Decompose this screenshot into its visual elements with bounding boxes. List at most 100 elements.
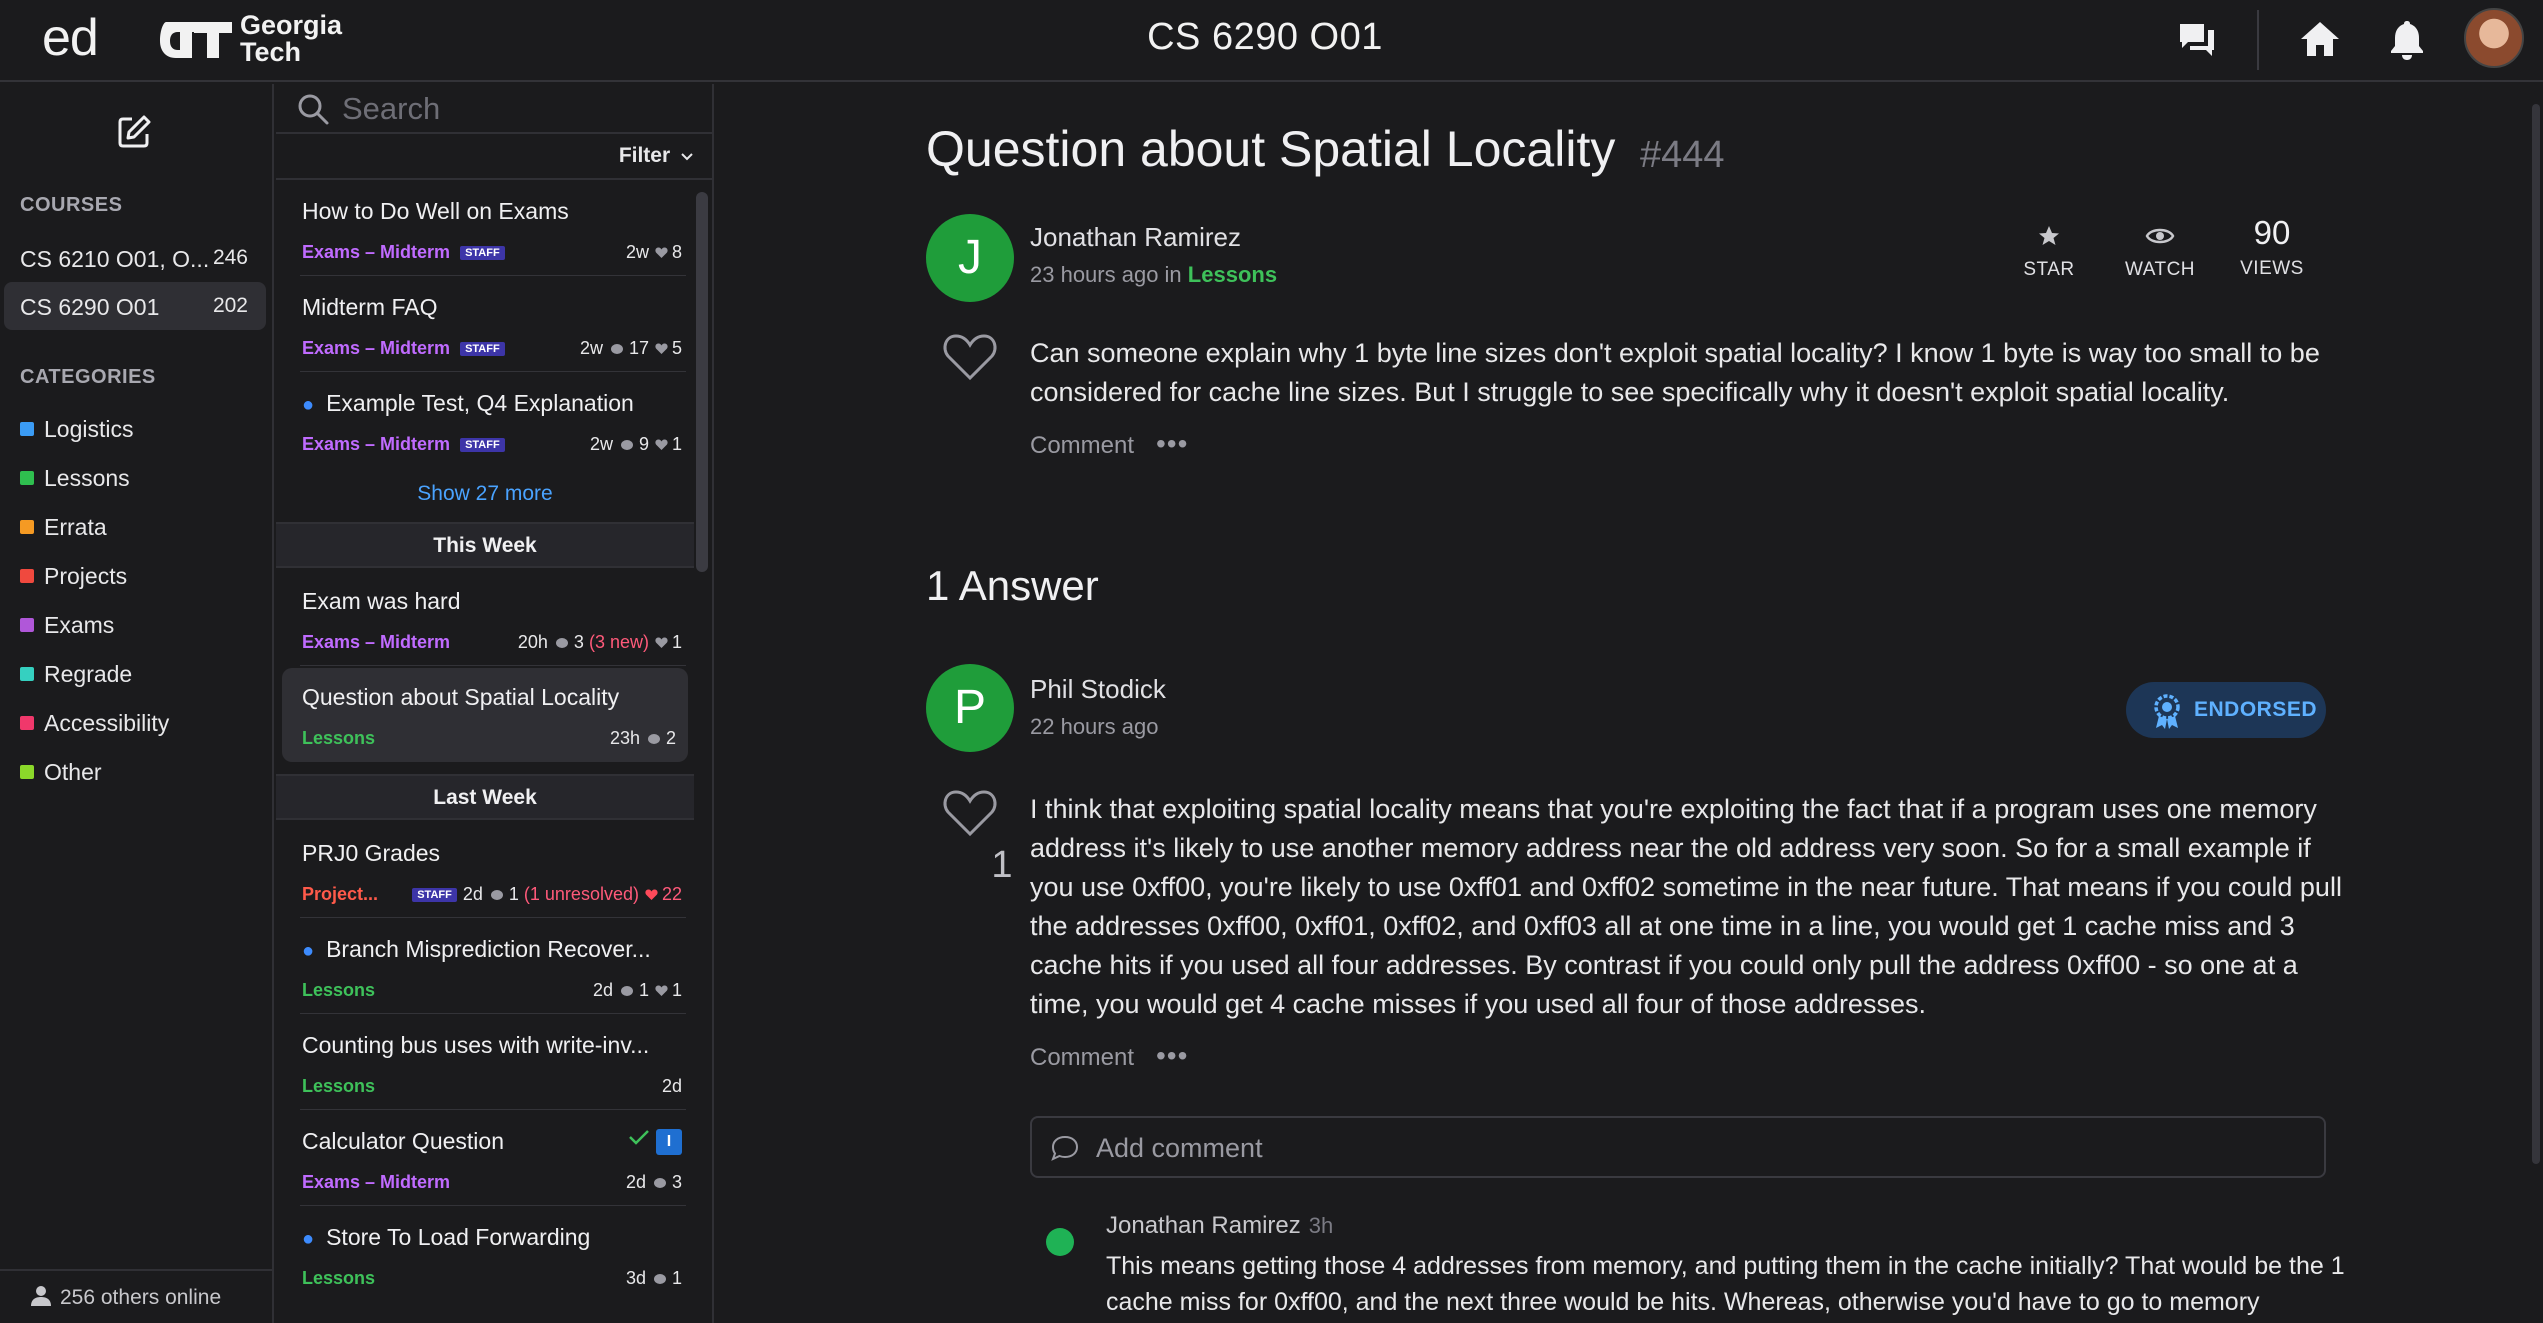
heart-icon: [655, 637, 668, 648]
comment-icon: [555, 638, 568, 648]
main-scrollbar[interactable]: [2532, 104, 2540, 1164]
search-input[interactable]: [342, 90, 682, 128]
course-title[interactable]: CS 6290 O01: [1000, 16, 1530, 59]
thread-title-heading: Question about Spatial Locality: [926, 121, 1616, 177]
thread-category: Project...: [302, 884, 379, 904]
comment-icon: [647, 734, 660, 744]
chat-icon[interactable]: [2174, 16, 2220, 62]
logo-line-1: Georgia: [240, 10, 343, 40]
group-header-this-week: This Week: [276, 522, 694, 568]
thread-item[interactable]: ● Example Test, Q4 Explanation Exams – Mi…: [276, 374, 694, 468]
reply-body: This means getting those 4 addresses fro…: [1106, 1252, 2345, 1316]
more-options-icon[interactable]: •••: [1156, 1040, 1188, 1072]
thread-item[interactable]: ● Store To Load Forwarding Lessons 3d 1: [276, 1208, 694, 1302]
heart-icon: [655, 247, 668, 258]
heart-icon: [645, 889, 658, 900]
heart-icon: [655, 343, 668, 354]
thread-item[interactable]: Calculator Question I Exams – Midterm 2d…: [276, 1112, 694, 1206]
thread-category: Exams – Midterm STAFF: [302, 242, 505, 263]
star-button[interactable]: STAR: [2004, 224, 2094, 281]
category-exams[interactable]: Exams: [20, 612, 114, 644]
thread-meta: 2d 1 1: [592, 980, 682, 1000]
thread-item[interactable]: Exam was hard Exams – Midterm 20h 3 (3 ne…: [276, 572, 694, 666]
thread-meta: 2d: [661, 1076, 682, 1096]
staff-badge: STAFF: [460, 246, 505, 260]
staff-badge: STAFF: [460, 438, 505, 452]
thread-item[interactable]: Counting bus uses with write-inv... Less…: [276, 1016, 694, 1110]
thread-list: Filter How to Do Well on Exams Exams – M…: [276, 84, 714, 1323]
thread-item[interactable]: ● Branch Misprediction Recover... Lessons…: [276, 920, 694, 1014]
comment-icon: [653, 1274, 666, 1284]
add-comment-box: [1030, 1116, 2326, 1178]
like-heart-icon[interactable]: [942, 332, 998, 382]
comment-icon: [620, 440, 633, 450]
category-accessibility[interactable]: Accessibility: [20, 710, 169, 742]
course-item-cs6290[interactable]: CS 6290 O01 202: [4, 282, 266, 330]
thread-meta: 2w 8: [625, 242, 682, 262]
author-name[interactable]: Jonathan Ramirez: [1030, 222, 1241, 253]
category-other[interactable]: Other: [20, 759, 102, 791]
category-lessons[interactable]: Lessons: [20, 465, 130, 497]
answer-author-name[interactable]: Phil Stodick: [1030, 674, 1166, 705]
thread-list-scrollbar[interactable]: [696, 192, 708, 572]
thread-title: ● Branch Misprediction Recover...: [302, 936, 651, 962]
answer-author-avatar[interactable]: P: [926, 664, 1014, 752]
thread-badges: I: [628, 1128, 682, 1155]
question-body: Can someone explain why 1 byte line size…: [1030, 338, 2320, 407]
category-color-dot: [20, 667, 34, 681]
category-color-dot: [20, 422, 34, 436]
add-comment-input[interactable]: [1096, 1128, 2296, 1168]
thread-item[interactable]: Midterm FAQ Exams – Midterm STAFF 2w 17 5: [276, 278, 694, 372]
profile-avatar[interactable]: [2464, 8, 2524, 68]
unread-dot-icon: ●: [302, 940, 315, 962]
thread-meta: 2w 9 1: [589, 434, 682, 454]
thread-meta: 2d 3: [625, 1172, 682, 1192]
thread-category: Lessons: [302, 980, 376, 1000]
answers-heading: 1 Answer: [926, 562, 1099, 609]
thread-meta: 23h 2: [609, 728, 676, 748]
thread-number: #444: [1640, 134, 1725, 176]
thread-category: Exams – Midterm STAFF: [302, 434, 505, 455]
thread-meta: 2w 17 5: [579, 338, 682, 358]
compose-icon[interactable]: [116, 114, 152, 150]
category-logistics[interactable]: Logistics: [20, 416, 133, 448]
category-color-dot: [20, 471, 34, 485]
course-item-cs6210[interactable]: CS 6210 O01, O... 246: [4, 234, 266, 282]
comment-icon: [490, 890, 503, 900]
georgia-tech-logo[interactable]: Georgia Tech: [158, 12, 348, 68]
category-color-dot: [20, 716, 34, 730]
endorsed-badge: ENDORSED: [2126, 682, 2326, 738]
thread-title: Midterm FAQ: [302, 294, 438, 320]
thread-category: Lessons: [302, 1076, 376, 1096]
thread-title: ● Example Test, Q4 Explanation: [302, 390, 634, 416]
logo-line-2: Tech: [240, 37, 302, 67]
filter-row: Filter: [276, 136, 712, 180]
home-icon[interactable]: [2297, 16, 2343, 62]
reply-author-name[interactable]: Jonathan Ramirez: [1106, 1212, 1301, 1239]
reply-meta: Jonathan Ramirez 3h: [1106, 1212, 1333, 1240]
unread-dot-icon: ●: [302, 394, 315, 416]
comment-button[interactable]: Comment: [1030, 1044, 1134, 1072]
category-projects[interactable]: Projects: [20, 563, 127, 595]
chevron-down-icon: [681, 153, 693, 161]
thread-item[interactable]: How to Do Well on Exams Exams – Midterm S…: [276, 182, 694, 276]
like-heart-icon[interactable]: [942, 788, 998, 838]
filter-button[interactable]: Filter: [619, 144, 694, 168]
show-more-link[interactable]: Show 27 more: [276, 482, 694, 506]
thread-item[interactable]: PRJ0 Grades Project... STAFF 2d 1 (1 unres…: [276, 824, 694, 918]
bell-icon[interactable]: [2384, 16, 2430, 62]
thread-meta: 20h 3 (3 new) 1: [517, 632, 682, 652]
category-regrade[interactable]: Regrade: [20, 661, 132, 693]
more-options-icon[interactable]: •••: [1156, 428, 1188, 460]
search-icon: [298, 94, 329, 125]
thread-item-selected[interactable]: Question about Spatial Locality Lessons …: [282, 668, 688, 762]
comment-button[interactable]: Comment: [1030, 432, 1134, 460]
thread-category: Lessons: [302, 1268, 376, 1288]
author-avatar[interactable]: J: [926, 214, 1014, 302]
reply-author-avatar[interactable]: [1046, 1228, 1074, 1256]
watch-button[interactable]: WATCH: [2115, 224, 2205, 281]
category-errata[interactable]: Errata: [20, 514, 107, 546]
thread-title: Counting bus uses with write-inv...: [302, 1032, 650, 1058]
ed-logo[interactable]: ed: [42, 8, 99, 68]
left-sidebar: COURSES CS 6210 O01, O... 246 CS 6290 O0…: [0, 84, 274, 1323]
